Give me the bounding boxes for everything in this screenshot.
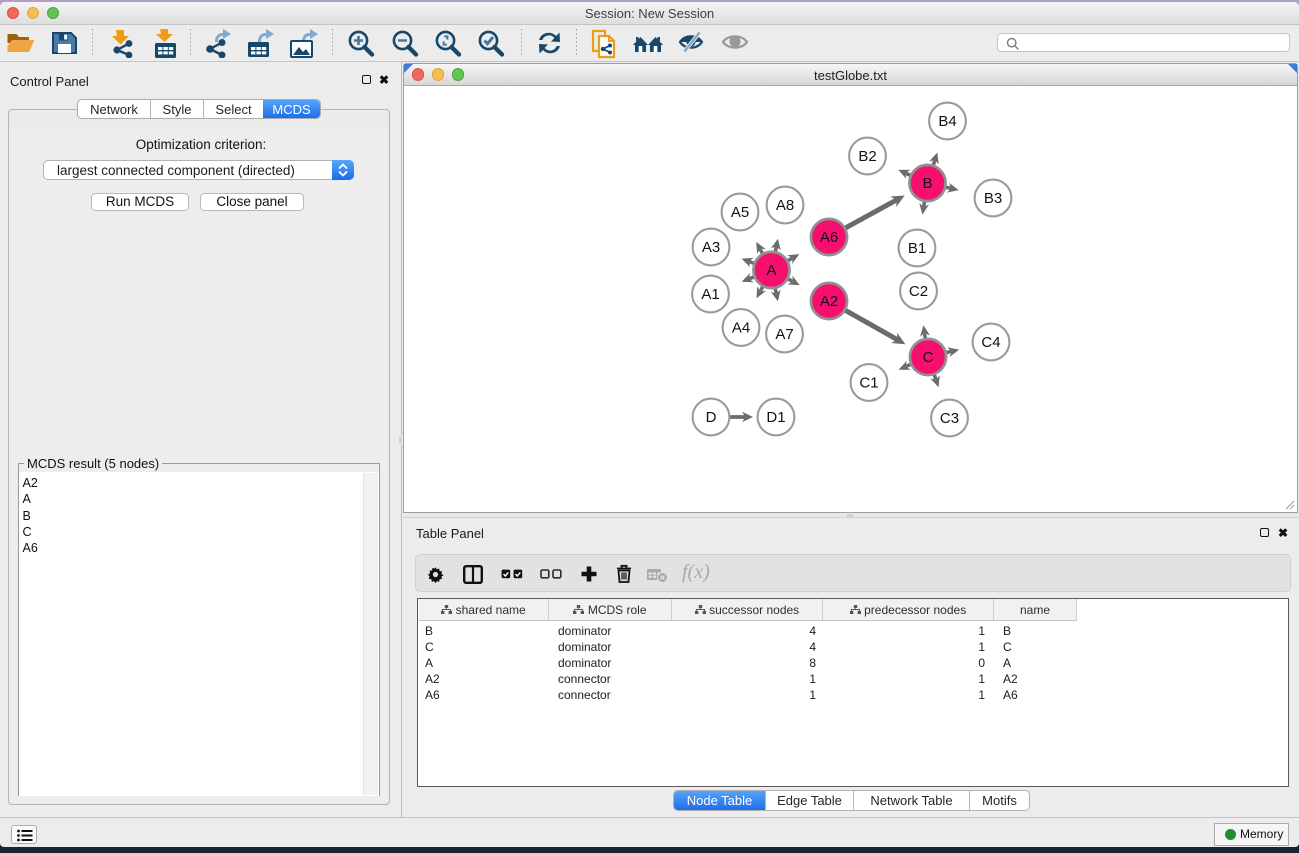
svg-text:C4: C4 (981, 334, 1000, 351)
svg-text:C1: C1 (859, 375, 878, 392)
svg-text:A3: A3 (702, 239, 720, 256)
svg-text:D1: D1 (766, 409, 785, 426)
svg-text:A2: A2 (820, 293, 838, 310)
svg-text:C2: C2 (909, 283, 928, 300)
svg-text:A5: A5 (731, 204, 749, 221)
svg-text:C: C (923, 349, 934, 366)
svg-text:C3: C3 (940, 410, 959, 427)
svg-text:B2: B2 (858, 148, 876, 165)
svg-text:A6: A6 (820, 229, 838, 246)
svg-text:B1: B1 (908, 240, 926, 257)
svg-text:D: D (706, 409, 717, 426)
svg-text:A1: A1 (701, 286, 719, 303)
svg-text:B3: B3 (984, 190, 1002, 207)
svg-text:A7: A7 (775, 326, 793, 343)
svg-text:B: B (922, 175, 932, 192)
svg-text:A: A (766, 262, 776, 279)
svg-text:B4: B4 (938, 113, 956, 130)
svg-text:A4: A4 (732, 320, 750, 337)
svg-text:A8: A8 (776, 197, 794, 214)
